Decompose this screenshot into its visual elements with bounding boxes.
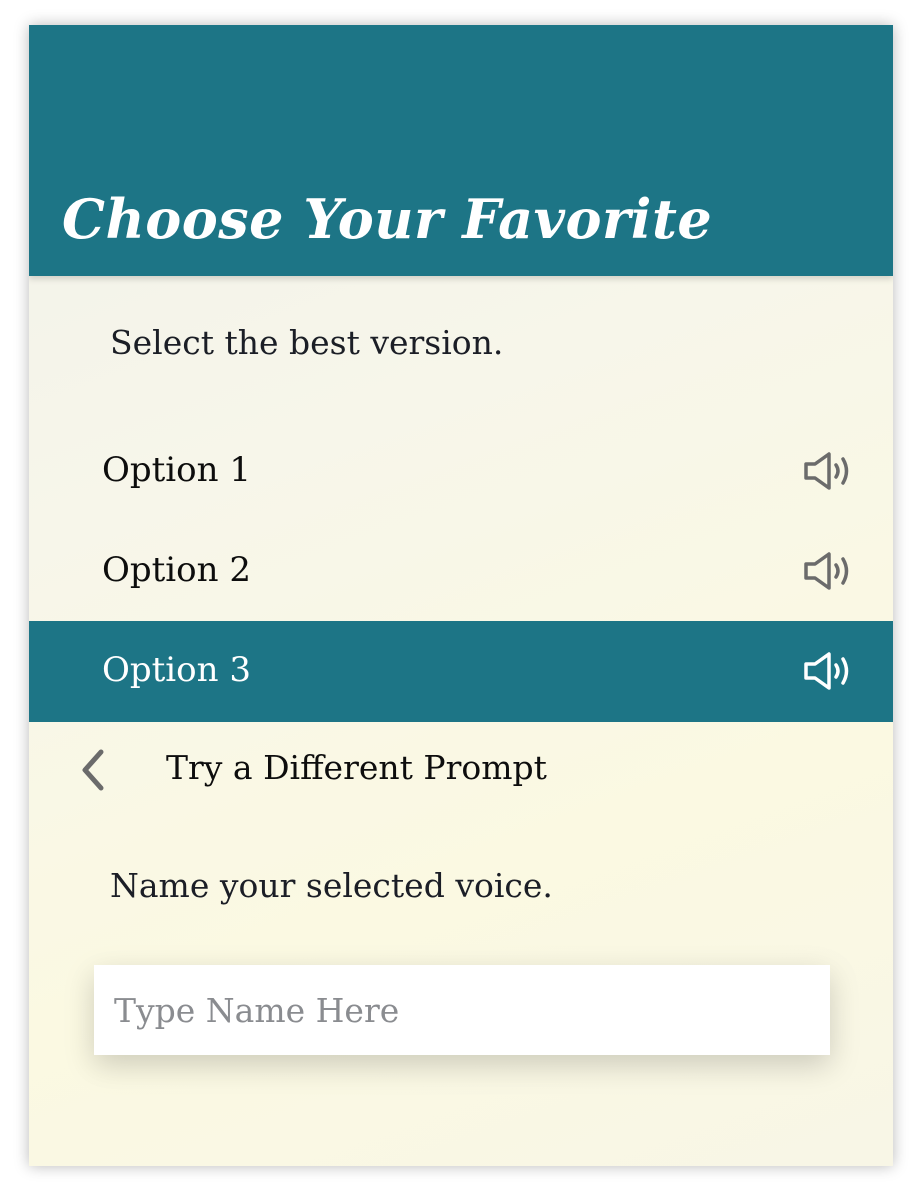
choose-favorite-panel: Choose Your Favorite Select the best ver… [29,25,893,1166]
option-label: Option 1 [102,450,251,490]
page-title: Choose Your Favorite [62,187,713,251]
chevron-left-icon[interactable] [77,746,111,794]
voice-name-input[interactable] [94,965,830,1055]
instruction-text: Select the best version. [110,323,504,362]
option-2[interactable]: Option 2 [29,521,893,622]
option-label: Option 3 [102,650,251,690]
option-3[interactable]: Option 3 [29,621,893,722]
try-different-prompt-link[interactable]: Try a Different Prompt [166,744,547,792]
speaker-icon[interactable] [803,451,855,491]
option-label: Option 2 [102,550,251,590]
speaker-icon[interactable] [803,651,855,691]
speaker-icon[interactable] [803,551,855,591]
try-different-prompt-row[interactable]: Try a Different Prompt [29,722,893,818]
option-1[interactable]: Option 1 [29,421,893,522]
name-voice-label: Name your selected voice. [110,866,553,905]
header-bar: Choose Your Favorite [29,25,893,276]
